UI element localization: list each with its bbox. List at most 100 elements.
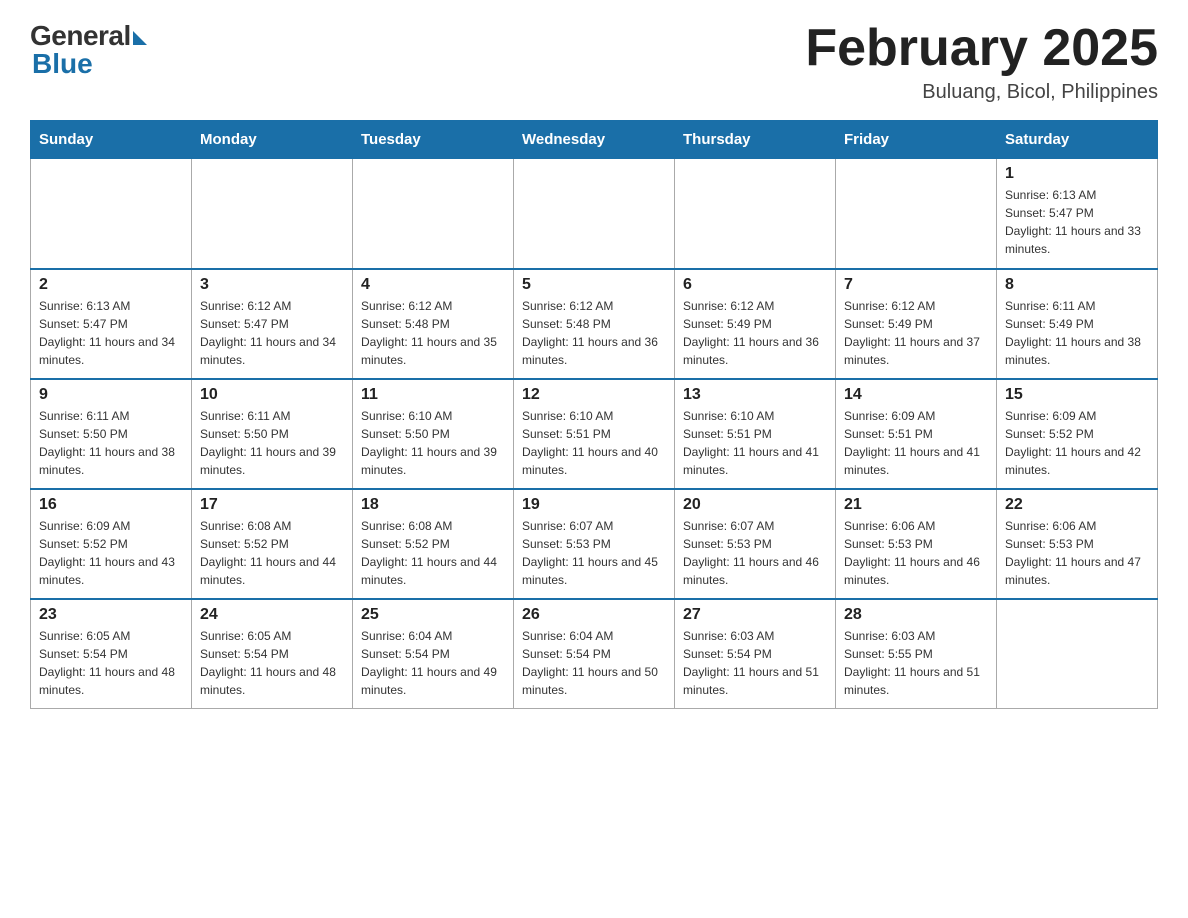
table-row: 23 Sunrise: 6:05 AMSunset: 5:54 PMDayligh… bbox=[31, 599, 192, 709]
day-number: 23 bbox=[39, 606, 183, 624]
day-number: 14 bbox=[844, 386, 988, 404]
day-info: Sunrise: 6:12 AMSunset: 5:48 PMDaylight:… bbox=[522, 297, 666, 369]
calendar-week-4: 16Sunrise: 6:09 AMSunset: 5:52 PMDayligh… bbox=[31, 489, 1158, 599]
day-number: 8 bbox=[1005, 276, 1149, 294]
day-info: Sunrise: 6:13 AMSunset: 5:47 PMDaylight:… bbox=[39, 297, 183, 369]
table-row: 4 Sunrise: 6:12 AMSunset: 5:48 PMDaylight… bbox=[353, 269, 514, 379]
day-info: Sunrise: 6:06 AMSunset: 5:53 PMDaylight:… bbox=[1005, 517, 1149, 589]
table-row: 6 Sunrise: 6:12 AMSunset: 5:49 PMDaylight… bbox=[675, 269, 836, 379]
day-number: 3 bbox=[200, 276, 344, 294]
table-row: 2 Sunrise: 6:13 AMSunset: 5:47 PMDaylight… bbox=[31, 269, 192, 379]
day-number: 19 bbox=[522, 496, 666, 514]
day-number: 15 bbox=[1005, 386, 1149, 404]
day-info: Sunrise: 6:13 AMSunset: 5:47 PMDaylight:… bbox=[1005, 186, 1149, 258]
day-info: Sunrise: 6:11 AMSunset: 5:49 PMDaylight:… bbox=[1005, 297, 1149, 369]
title-area: February 2025 Buluang, Bicol, Philippine… bbox=[805, 20, 1158, 104]
table-row: 5Sunrise: 6:12 AMSunset: 5:48 PMDaylight… bbox=[514, 269, 675, 379]
table-row bbox=[514, 159, 675, 269]
day-number: 10 bbox=[200, 386, 344, 404]
day-info: Sunrise: 6:05 AMSunset: 5:54 PMDaylight:… bbox=[39, 627, 183, 699]
month-title: February 2025 bbox=[805, 20, 1158, 77]
day-number: 16 bbox=[39, 496, 183, 514]
calendar-body: 1 Sunrise: 6:13 AMSunset: 5:47 PMDaylight… bbox=[31, 159, 1158, 709]
table-row bbox=[836, 159, 997, 269]
table-row: 9 Sunrise: 6:11 AMSunset: 5:50 PMDaylight… bbox=[31, 379, 192, 489]
day-number: 6 bbox=[683, 276, 827, 294]
day-number: 18 bbox=[361, 496, 505, 514]
day-info: Sunrise: 6:12 AMSunset: 5:49 PMDaylight:… bbox=[844, 297, 988, 369]
day-info: Sunrise: 6:12 AMSunset: 5:49 PMDaylight:… bbox=[683, 297, 827, 369]
day-info: Sunrise: 6:10 AMSunset: 5:51 PMDaylight:… bbox=[522, 407, 666, 479]
table-row: 3Sunrise: 6:12 AMSunset: 5:47 PMDaylight… bbox=[192, 269, 353, 379]
day-info: Sunrise: 6:12 AMSunset: 5:48 PMDaylight:… bbox=[361, 297, 505, 369]
table-row: 8 Sunrise: 6:11 AMSunset: 5:49 PMDaylight… bbox=[997, 269, 1158, 379]
table-row: 1 Sunrise: 6:13 AMSunset: 5:47 PMDaylight… bbox=[997, 159, 1158, 269]
header-sunday: Sunday bbox=[31, 121, 192, 159]
table-row: 20Sunrise: 6:07 AMSunset: 5:53 PMDayligh… bbox=[675, 489, 836, 599]
header-tuesday: Tuesday bbox=[353, 121, 514, 159]
table-row bbox=[192, 159, 353, 269]
day-info: Sunrise: 6:03 AMSunset: 5:54 PMDaylight:… bbox=[683, 627, 827, 699]
logo-blue-text: Blue bbox=[32, 48, 93, 80]
table-row: 22 Sunrise: 6:06 AMSunset: 5:53 PMDayligh… bbox=[997, 489, 1158, 599]
day-number: 27 bbox=[683, 606, 827, 624]
day-info: Sunrise: 6:07 AMSunset: 5:53 PMDaylight:… bbox=[522, 517, 666, 589]
page-header: General Blue February 2025 Buluang, Bico… bbox=[30, 20, 1158, 104]
table-row: 10 Sunrise: 6:11 AMSunset: 5:50 PMDayligh… bbox=[192, 379, 353, 489]
day-number: 11 bbox=[361, 386, 505, 404]
table-row: 27 Sunrise: 6:03 AMSunset: 5:54 PMDayligh… bbox=[675, 599, 836, 709]
table-row: 12 Sunrise: 6:10 AMSunset: 5:51 PMDayligh… bbox=[514, 379, 675, 489]
day-info: Sunrise: 6:06 AMSunset: 5:53 PMDaylight:… bbox=[844, 517, 988, 589]
table-row: 19 Sunrise: 6:07 AMSunset: 5:53 PMDayligh… bbox=[514, 489, 675, 599]
logo: General Blue bbox=[30, 20, 147, 80]
day-number: 25 bbox=[361, 606, 505, 624]
day-info: Sunrise: 6:08 AMSunset: 5:52 PMDaylight:… bbox=[200, 517, 344, 589]
calendar-week-3: 9 Sunrise: 6:11 AMSunset: 5:50 PMDaylight… bbox=[31, 379, 1158, 489]
table-row: 17 Sunrise: 6:08 AMSunset: 5:52 PMDayligh… bbox=[192, 489, 353, 599]
day-info: Sunrise: 6:10 AMSunset: 5:50 PMDaylight:… bbox=[361, 407, 505, 479]
day-number: 20 bbox=[683, 496, 827, 514]
table-row bbox=[997, 599, 1158, 709]
table-row bbox=[353, 159, 514, 269]
header-saturday: Saturday bbox=[997, 121, 1158, 159]
day-number: 22 bbox=[1005, 496, 1149, 514]
day-number: 4 bbox=[361, 276, 505, 294]
day-info: Sunrise: 6:04 AMSunset: 5:54 PMDaylight:… bbox=[361, 627, 505, 699]
calendar-table: Sunday Monday Tuesday Wednesday Thursday… bbox=[30, 120, 1158, 709]
day-number: 17 bbox=[200, 496, 344, 514]
table-row bbox=[675, 159, 836, 269]
table-row: 21Sunrise: 6:06 AMSunset: 5:53 PMDayligh… bbox=[836, 489, 997, 599]
day-number: 12 bbox=[522, 386, 666, 404]
day-number: 1 bbox=[1005, 165, 1149, 183]
day-number: 2 bbox=[39, 276, 183, 294]
day-info: Sunrise: 6:05 AMSunset: 5:54 PMDaylight:… bbox=[200, 627, 344, 699]
weekday-header-row: Sunday Monday Tuesday Wednesday Thursday… bbox=[31, 121, 1158, 159]
header-wednesday: Wednesday bbox=[514, 121, 675, 159]
header-friday: Friday bbox=[836, 121, 997, 159]
table-row bbox=[31, 159, 192, 269]
day-info: Sunrise: 6:08 AMSunset: 5:52 PMDaylight:… bbox=[361, 517, 505, 589]
day-info: Sunrise: 6:10 AMSunset: 5:51 PMDaylight:… bbox=[683, 407, 827, 479]
table-row: 14 Sunrise: 6:09 AMSunset: 5:51 PMDayligh… bbox=[836, 379, 997, 489]
day-info: Sunrise: 6:09 AMSunset: 5:52 PMDaylight:… bbox=[1005, 407, 1149, 479]
table-row: 24 Sunrise: 6:05 AMSunset: 5:54 PMDayligh… bbox=[192, 599, 353, 709]
day-number: 24 bbox=[200, 606, 344, 624]
day-number: 9 bbox=[39, 386, 183, 404]
table-row: 11 Sunrise: 6:10 AMSunset: 5:50 PMDayligh… bbox=[353, 379, 514, 489]
location-text: Buluang, Bicol, Philippines bbox=[805, 81, 1158, 104]
day-number: 7 bbox=[844, 276, 988, 294]
header-monday: Monday bbox=[192, 121, 353, 159]
day-info: Sunrise: 6:09 AMSunset: 5:51 PMDaylight:… bbox=[844, 407, 988, 479]
logo-triangle-icon bbox=[133, 31, 147, 45]
day-info: Sunrise: 6:11 AMSunset: 5:50 PMDaylight:… bbox=[200, 407, 344, 479]
calendar-week-5: 23 Sunrise: 6:05 AMSunset: 5:54 PMDayligh… bbox=[31, 599, 1158, 709]
calendar-header: Sunday Monday Tuesday Wednesday Thursday… bbox=[31, 121, 1158, 159]
day-number: 13 bbox=[683, 386, 827, 404]
table-row: 28Sunrise: 6:03 AMSunset: 5:55 PMDayligh… bbox=[836, 599, 997, 709]
table-row: 13 Sunrise: 6:10 AMSunset: 5:51 PMDayligh… bbox=[675, 379, 836, 489]
header-thursday: Thursday bbox=[675, 121, 836, 159]
day-info: Sunrise: 6:04 AMSunset: 5:54 PMDaylight:… bbox=[522, 627, 666, 699]
calendar-week-2: 2 Sunrise: 6:13 AMSunset: 5:47 PMDaylight… bbox=[31, 269, 1158, 379]
day-info: Sunrise: 6:11 AMSunset: 5:50 PMDaylight:… bbox=[39, 407, 183, 479]
table-row: 16Sunrise: 6:09 AMSunset: 5:52 PMDayligh… bbox=[31, 489, 192, 599]
